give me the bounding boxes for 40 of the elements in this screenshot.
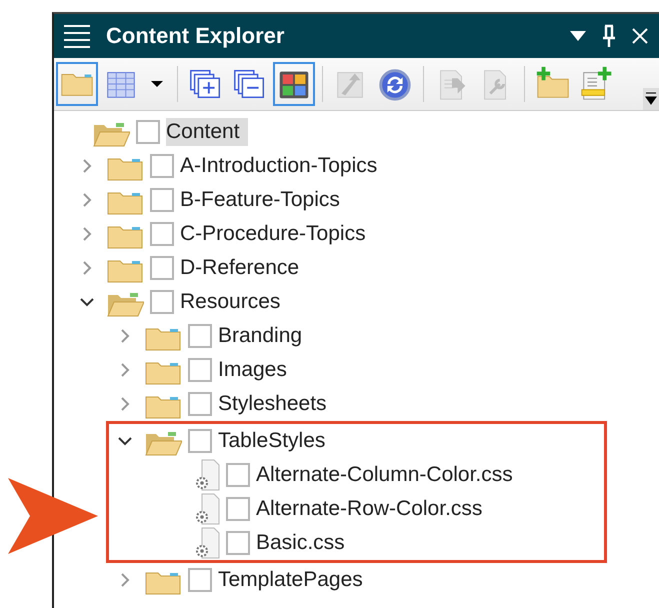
tree-item[interactable]: Content bbox=[166, 118, 248, 146]
tree-item[interactable]: B-Feature-Topics bbox=[180, 186, 348, 214]
checkbox[interactable] bbox=[150, 154, 174, 178]
file-gear-icon bbox=[194, 459, 220, 491]
tree-item[interactable]: C-Procedure-Topics bbox=[180, 220, 374, 248]
window-title: Content Explorer bbox=[106, 23, 284, 49]
tree-item[interactable]: Images bbox=[218, 356, 295, 384]
file-gear-icon bbox=[194, 527, 220, 559]
dropdown-icon[interactable] bbox=[569, 30, 587, 42]
checkbox[interactable] bbox=[226, 497, 250, 521]
checkbox[interactable] bbox=[226, 463, 250, 487]
tree-item[interactable]: Alternate-Column-Color.css bbox=[256, 461, 521, 489]
checkbox[interactable] bbox=[150, 222, 174, 246]
tree-item[interactable]: TableStyles bbox=[218, 427, 334, 455]
caret-icon bbox=[151, 81, 163, 87]
tree-item[interactable]: Branding bbox=[218, 322, 310, 350]
checkbox[interactable] bbox=[136, 120, 160, 144]
file-gear-icon bbox=[194, 493, 220, 525]
tree-item[interactable]: D-Reference bbox=[180, 254, 308, 282]
checkbox[interactable] bbox=[150, 290, 174, 314]
toolbar-button[interactable] bbox=[56, 62, 98, 106]
tree-item[interactable]: TemplatePages bbox=[218, 566, 371, 594]
checkbox[interactable] bbox=[188, 429, 212, 453]
checkbox[interactable] bbox=[150, 256, 174, 280]
menu-icon[interactable] bbox=[62, 23, 92, 49]
checkbox[interactable] bbox=[188, 358, 212, 382]
checkbox[interactable] bbox=[150, 188, 174, 212]
tree-item[interactable]: A-Introduction-Topics bbox=[180, 152, 386, 180]
checkbox[interactable] bbox=[226, 531, 250, 555]
tree-item[interactable]: Resources bbox=[180, 288, 288, 316]
tree-item[interactable]: Stylesheets bbox=[218, 390, 335, 418]
overflow-icon[interactable] bbox=[645, 92, 657, 106]
tree-item[interactable]: Basic.css bbox=[256, 529, 353, 557]
checkbox[interactable] bbox=[188, 392, 212, 416]
toolbar-button[interactable] bbox=[273, 62, 315, 106]
checkbox[interactable] bbox=[188, 324, 212, 348]
checkbox[interactable] bbox=[188, 568, 212, 592]
pin-icon[interactable] bbox=[601, 24, 617, 48]
close-icon[interactable] bbox=[631, 27, 649, 45]
tree-item[interactable]: Alternate-Row-Color.css bbox=[256, 495, 490, 523]
